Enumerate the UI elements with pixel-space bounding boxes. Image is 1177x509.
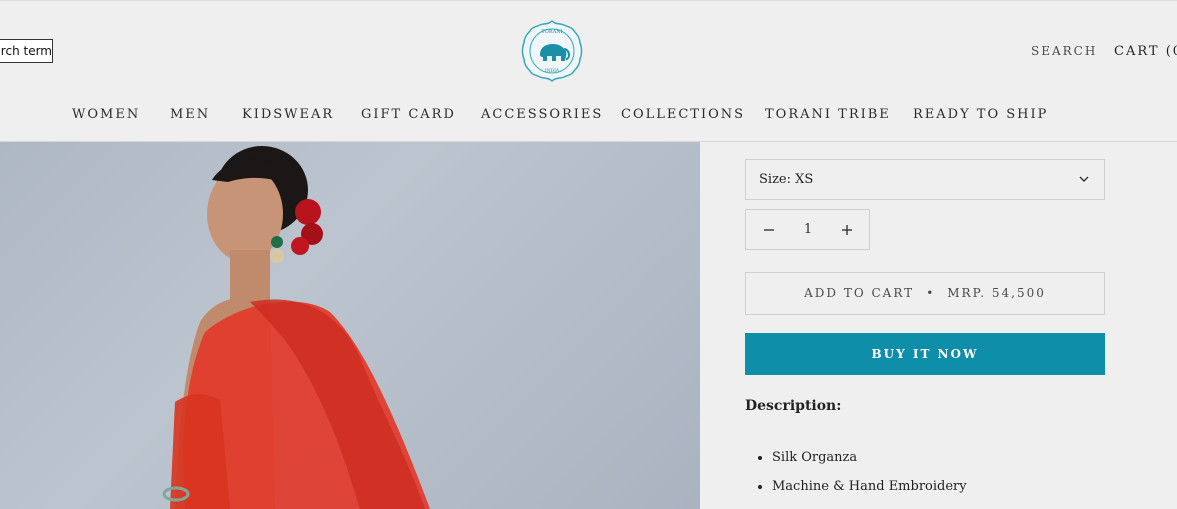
list-item: Silk Organza [772,443,1102,472]
add-to-cart-label: ADD TO CART [804,286,915,300]
separator-dot: • [926,286,936,300]
search-input[interactable]: Search term [0,39,53,63]
quantity-stepper: 1 [745,209,870,250]
size-select-label: Size: XS [759,172,814,187]
add-to-cart-button[interactable]: ADD TO CART • MRP. 54,500 [745,272,1105,315]
nav-item-men[interactable]: MEN [170,107,210,122]
size-select[interactable]: Size: XS [745,159,1105,200]
cart-link[interactable]: CART (0) [1114,44,1177,59]
nav-item-accessories[interactable]: ACCESSORIES [481,107,603,122]
main-nav: WOMEN MEN KIDSWEAR GIFT CARD ACCESSORIES… [0,107,1177,127]
plus-icon[interactable] [836,220,858,240]
minus-icon[interactable] [758,220,780,240]
nav-item-kidswear[interactable]: KIDSWEAR [242,107,334,122]
nav-item-gift-card[interactable]: GIFT CARD [361,107,456,122]
product-image[interactable] [0,142,700,509]
search-link[interactable]: SEARCH [1031,44,1097,58]
quantity-value[interactable]: 1 [796,210,820,249]
buy-now-button[interactable]: BUY IT NOW [745,333,1105,375]
list-item: Machine & Hand Embroidery [772,472,1102,501]
logo-subtext: INDIA [545,68,560,74]
list-item: Colour: Ruby [772,501,1102,509]
search-input-text: Search term [0,44,52,58]
model-illustration [162,146,430,509]
description-title: Description: [745,398,842,414]
description-list: Silk Organza Machine & Hand Embroidery C… [772,443,1102,509]
elephant-logo-icon[interactable]: TORANI INDIA [520,19,584,83]
nav-item-collections[interactable]: COLLECTIONS [621,107,745,122]
nav-item-women[interactable]: WOMEN [72,107,140,122]
chevron-down-icon [1079,176,1089,182]
nav-item-torani-tribe[interactable]: TORANI TRIBE [765,107,891,122]
price-label: MRP. 54,500 [947,286,1046,300]
nav-item-ready-to-ship[interactable]: READY TO SHIP [913,107,1048,122]
site-header: Search term TORANI INDIA SEARCH CART (0)… [0,0,1177,142]
logo-wordmark: TORANI [541,29,562,35]
